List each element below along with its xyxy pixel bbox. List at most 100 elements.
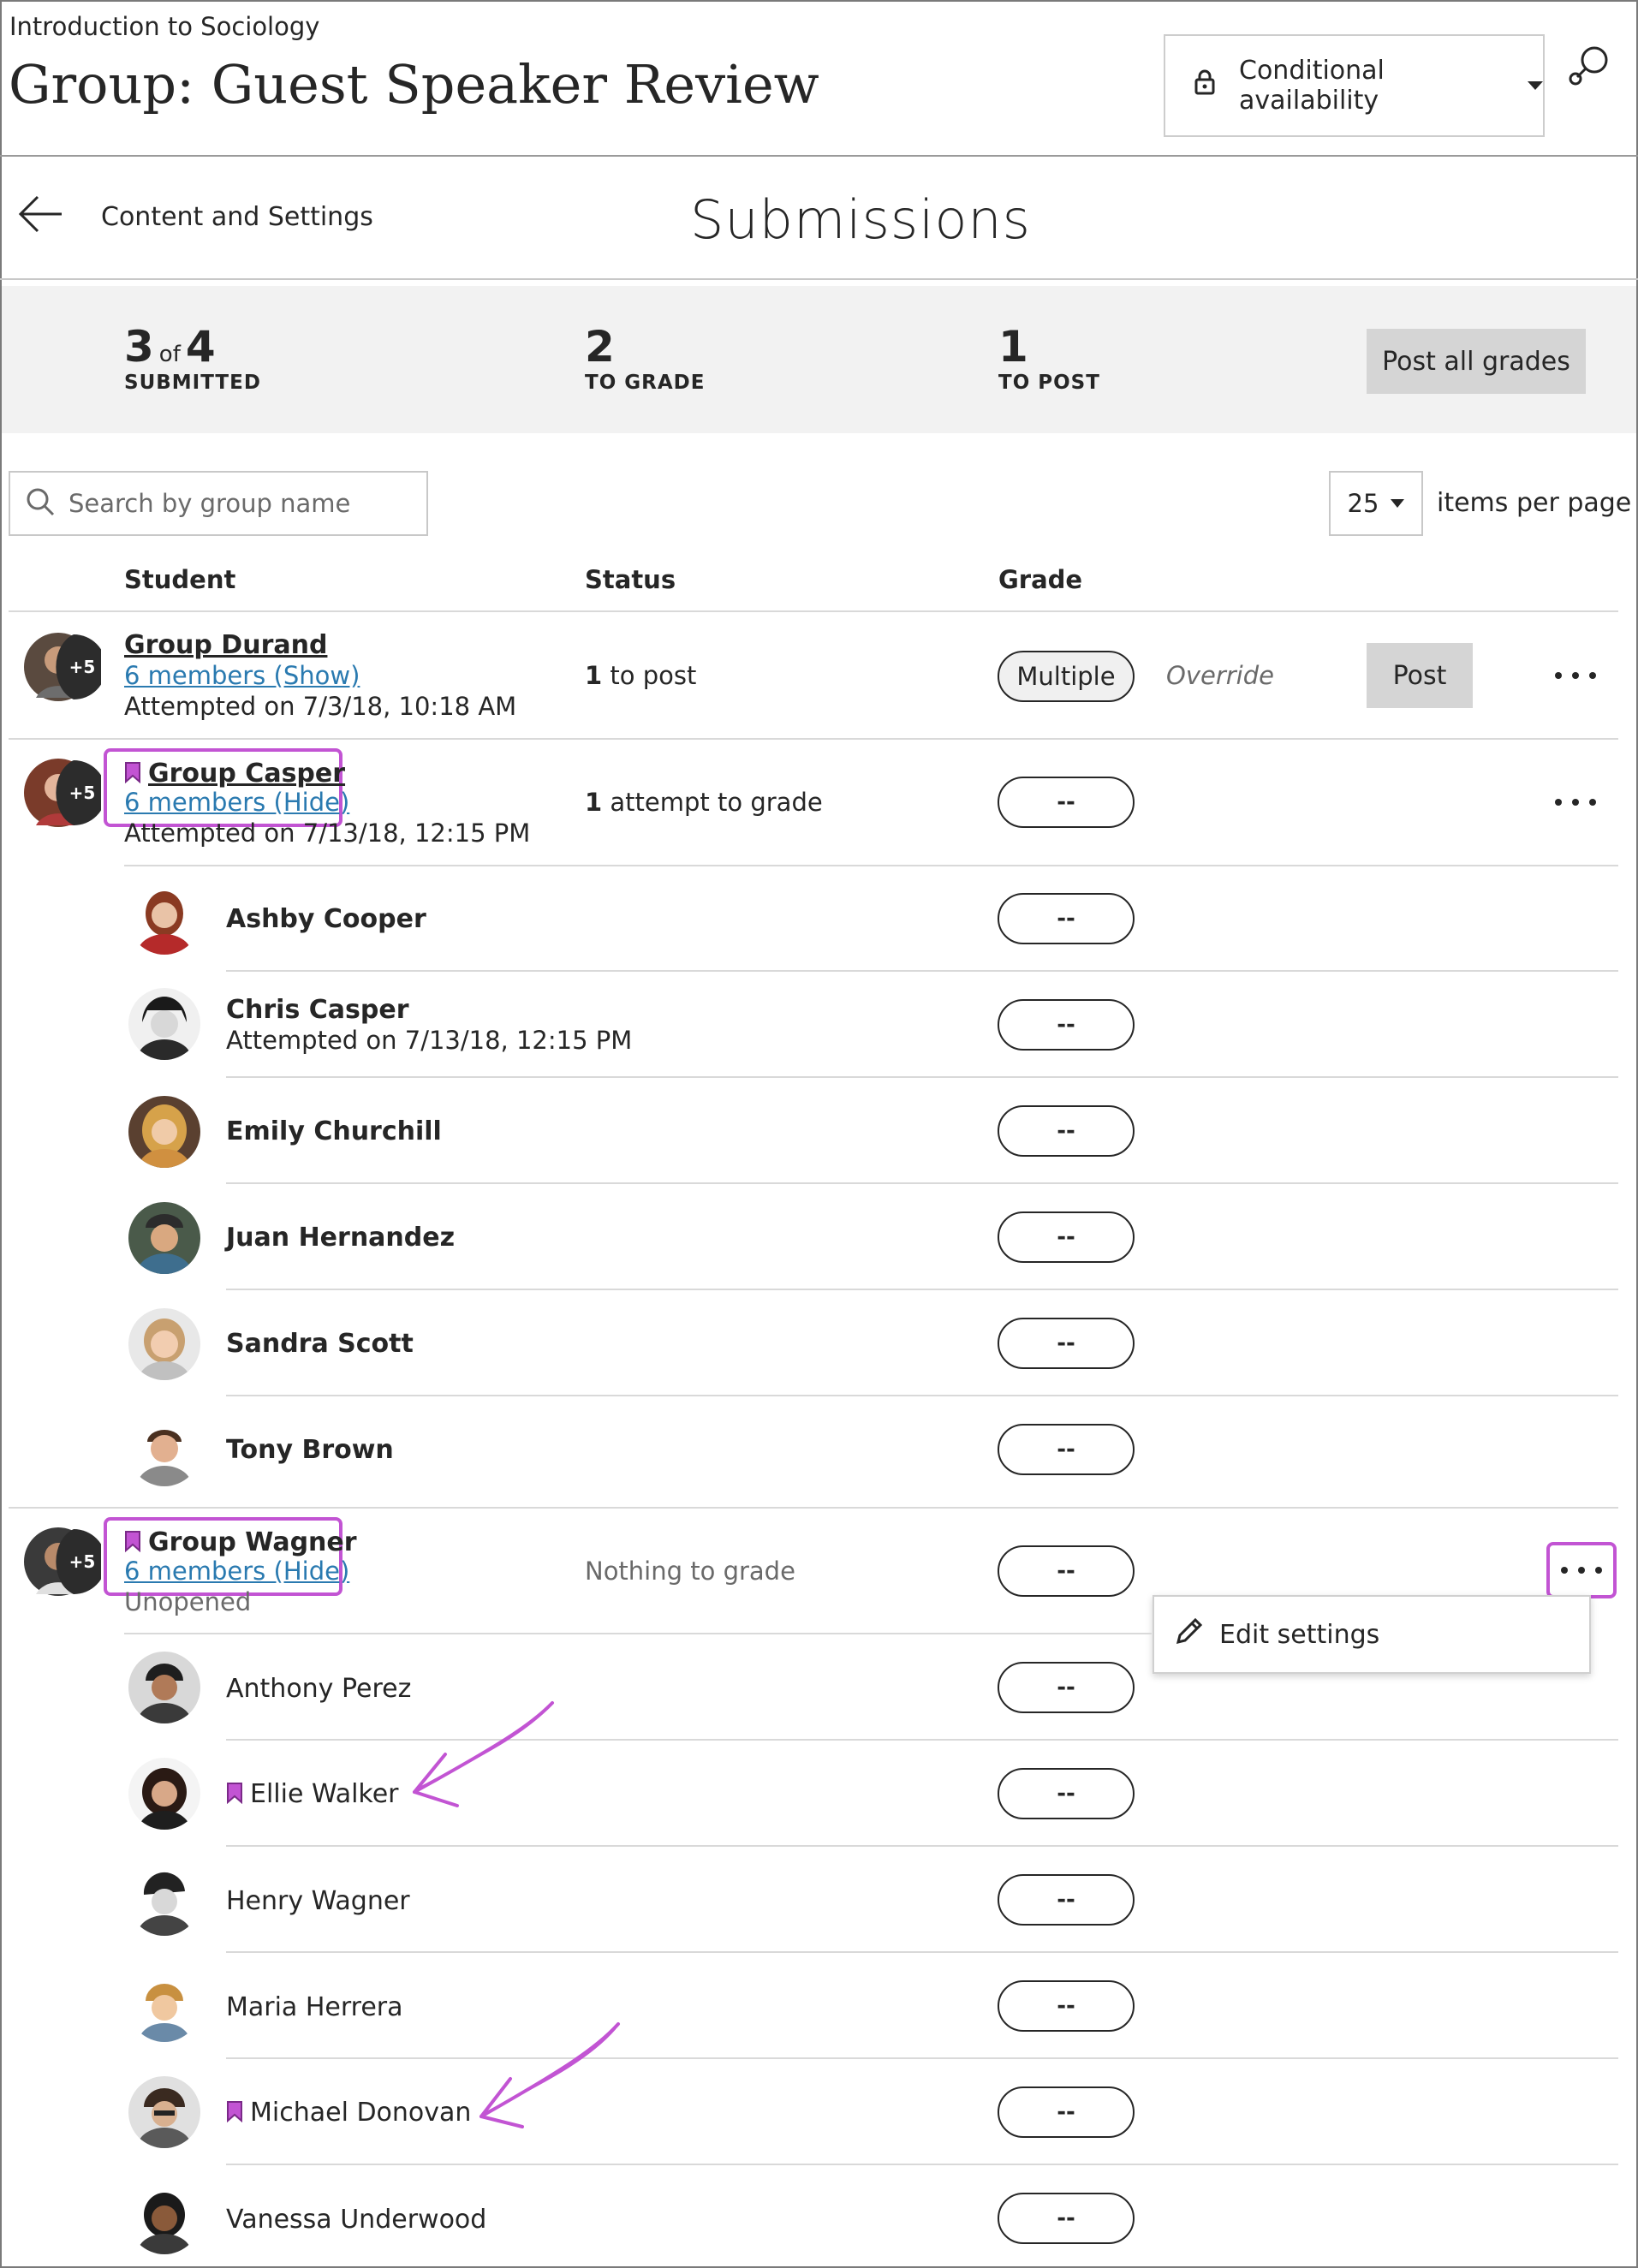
row-divider (226, 1182, 1618, 1184)
avatar-badge: +5 (69, 657, 96, 677)
flag-icon (226, 1782, 243, 1807)
course-name: Introduction to Sociology (9, 12, 320, 41)
context-menu: Edit settings (1153, 1595, 1591, 1674)
more-options-icon (1561, 1560, 1602, 1580)
status-label: to post (602, 661, 697, 690)
member-name: Sandra Scott (226, 1329, 414, 1359)
avatar-badge: +5 (69, 783, 96, 803)
lock-icon (1194, 69, 1215, 102)
row-divider (226, 1395, 1618, 1396)
grade-pill[interactable]: -- (998, 1545, 1135, 1597)
avatar (128, 883, 200, 955)
status-text: 1 to post (585, 661, 696, 690)
flag-icon (124, 1530, 141, 1556)
nav-divider (0, 278, 1638, 280)
group-avatar: +5 (24, 1526, 106, 1598)
avatar (128, 988, 200, 1060)
grade-pill[interactable]: -- (998, 999, 1135, 1051)
row-divider (124, 865, 1618, 866)
group-name-row: Group Wagner (124, 1527, 357, 1557)
grade-pill[interactable]: -- (998, 1424, 1135, 1475)
table-header-divider (9, 610, 1618, 612)
row-divider (9, 738, 1618, 740)
column-header-grade: Grade (998, 565, 1083, 594)
grade-pill[interactable]: -- (998, 1211, 1135, 1263)
flag-icon (124, 761, 141, 787)
status-count: 1 (585, 661, 603, 690)
items-per-page-label: items per page (1437, 488, 1632, 518)
row-divider (226, 2164, 1618, 2165)
to-grade-count: 2 (585, 322, 615, 372)
search-field[interactable] (9, 471, 428, 536)
row-divider (226, 1845, 1618, 1847)
member-name: Emily Churchill (226, 1116, 442, 1146)
to-post-label: TO POST (998, 372, 1100, 394)
group-avatar: +5 (24, 631, 106, 703)
group-name[interactable]: Group Wagner (148, 1527, 357, 1557)
grade-pill[interactable]: -- (998, 1105, 1135, 1157)
row-divider (226, 1951, 1618, 1953)
avatar (128, 2076, 200, 2148)
more-options-icon[interactable] (1555, 792, 1596, 813)
row-divider (226, 1076, 1618, 1078)
grade-pill[interactable]: -- (998, 1318, 1135, 1369)
annotation-arrow (473, 2021, 627, 2132)
group-name-link[interactable]: Group Casper (148, 759, 345, 789)
more-options-button[interactable] (1546, 1542, 1617, 1598)
avatar (128, 2182, 200, 2254)
search-icon (26, 487, 55, 520)
grade-pill[interactable]: -- (998, 1874, 1135, 1926)
member-name: Ashby Cooper (226, 904, 426, 934)
grade-pill[interactable]: -- (998, 1662, 1135, 1713)
grade-pill[interactable]: -- (998, 1768, 1135, 1819)
row-divider (226, 970, 1618, 972)
edit-settings-menu-item[interactable]: Edit settings (1219, 1620, 1379, 1650)
items-per-page-select[interactable]: 25 (1329, 471, 1423, 536)
grade-pill[interactable]: Multiple (998, 651, 1135, 702)
member-name: Vanessa Underwood (226, 2205, 487, 2235)
avatar (128, 1308, 200, 1380)
back-link[interactable]: Content and Settings (101, 202, 373, 232)
status-text: Nothing to grade (585, 1557, 795, 1586)
back-arrow-icon[interactable] (17, 190, 65, 238)
grade-pill[interactable]: -- (998, 1980, 1135, 2032)
grade-pill[interactable]: -- (998, 2086, 1135, 2138)
attempt-date: Attempted on 7/3/18, 10:18 AM (124, 692, 517, 721)
stat-to-post: 1 TO POST (998, 322, 1100, 394)
to-post-count: 1 (998, 322, 1028, 372)
avatar (128, 1970, 200, 2042)
page-title: Group: Guest Speaker Review (9, 53, 819, 116)
availability-dropdown[interactable]: Conditional availability (1164, 34, 1545, 137)
search-people-icon[interactable] (1569, 45, 1611, 89)
header-divider (0, 155, 1638, 157)
avatar (128, 1758, 200, 1830)
attempt-status: Unopened (124, 1587, 252, 1616)
row-divider (226, 1289, 1618, 1290)
members-toggle-link[interactable]: 6 members (Show) (124, 661, 360, 690)
grade-pill[interactable]: -- (998, 2193, 1135, 2244)
member-name: Tony Brown (226, 1435, 394, 1465)
member-name: Anthony Perez (226, 1674, 412, 1704)
member-name: Maria Herrera (226, 1992, 403, 2022)
submitted-total: 4 (185, 322, 216, 372)
members-toggle-link[interactable]: 6 members (Hide) (124, 788, 349, 817)
post-button[interactable]: Post (1367, 643, 1473, 708)
stat-to-grade: 2 TO GRADE (585, 322, 705, 394)
group-name-row: Group Casper (124, 759, 345, 789)
search-input[interactable] (68, 489, 411, 518)
avatar (128, 1864, 200, 1936)
members-toggle-link[interactable]: 6 members (Hide) (124, 1557, 349, 1586)
grade-pill[interactable]: -- (998, 777, 1135, 828)
annotation-arrow (402, 1700, 557, 1811)
more-options-icon[interactable] (1555, 665, 1596, 686)
column-header-student[interactable]: Student (124, 565, 235, 594)
group-avatar: +5 (24, 757, 106, 829)
post-all-grades-button[interactable]: Post all grades (1367, 329, 1586, 394)
items-per-page-value: 25 (1347, 489, 1379, 518)
submitted-label: SUBMITTED (124, 372, 261, 394)
row-divider (226, 2057, 1618, 2059)
grade-pill[interactable]: -- (998, 893, 1135, 944)
status-text: 1 attempt to grade (585, 788, 823, 817)
group-name-link[interactable]: Group Durand (124, 630, 327, 660)
member-name: Chris Casper (226, 995, 409, 1025)
